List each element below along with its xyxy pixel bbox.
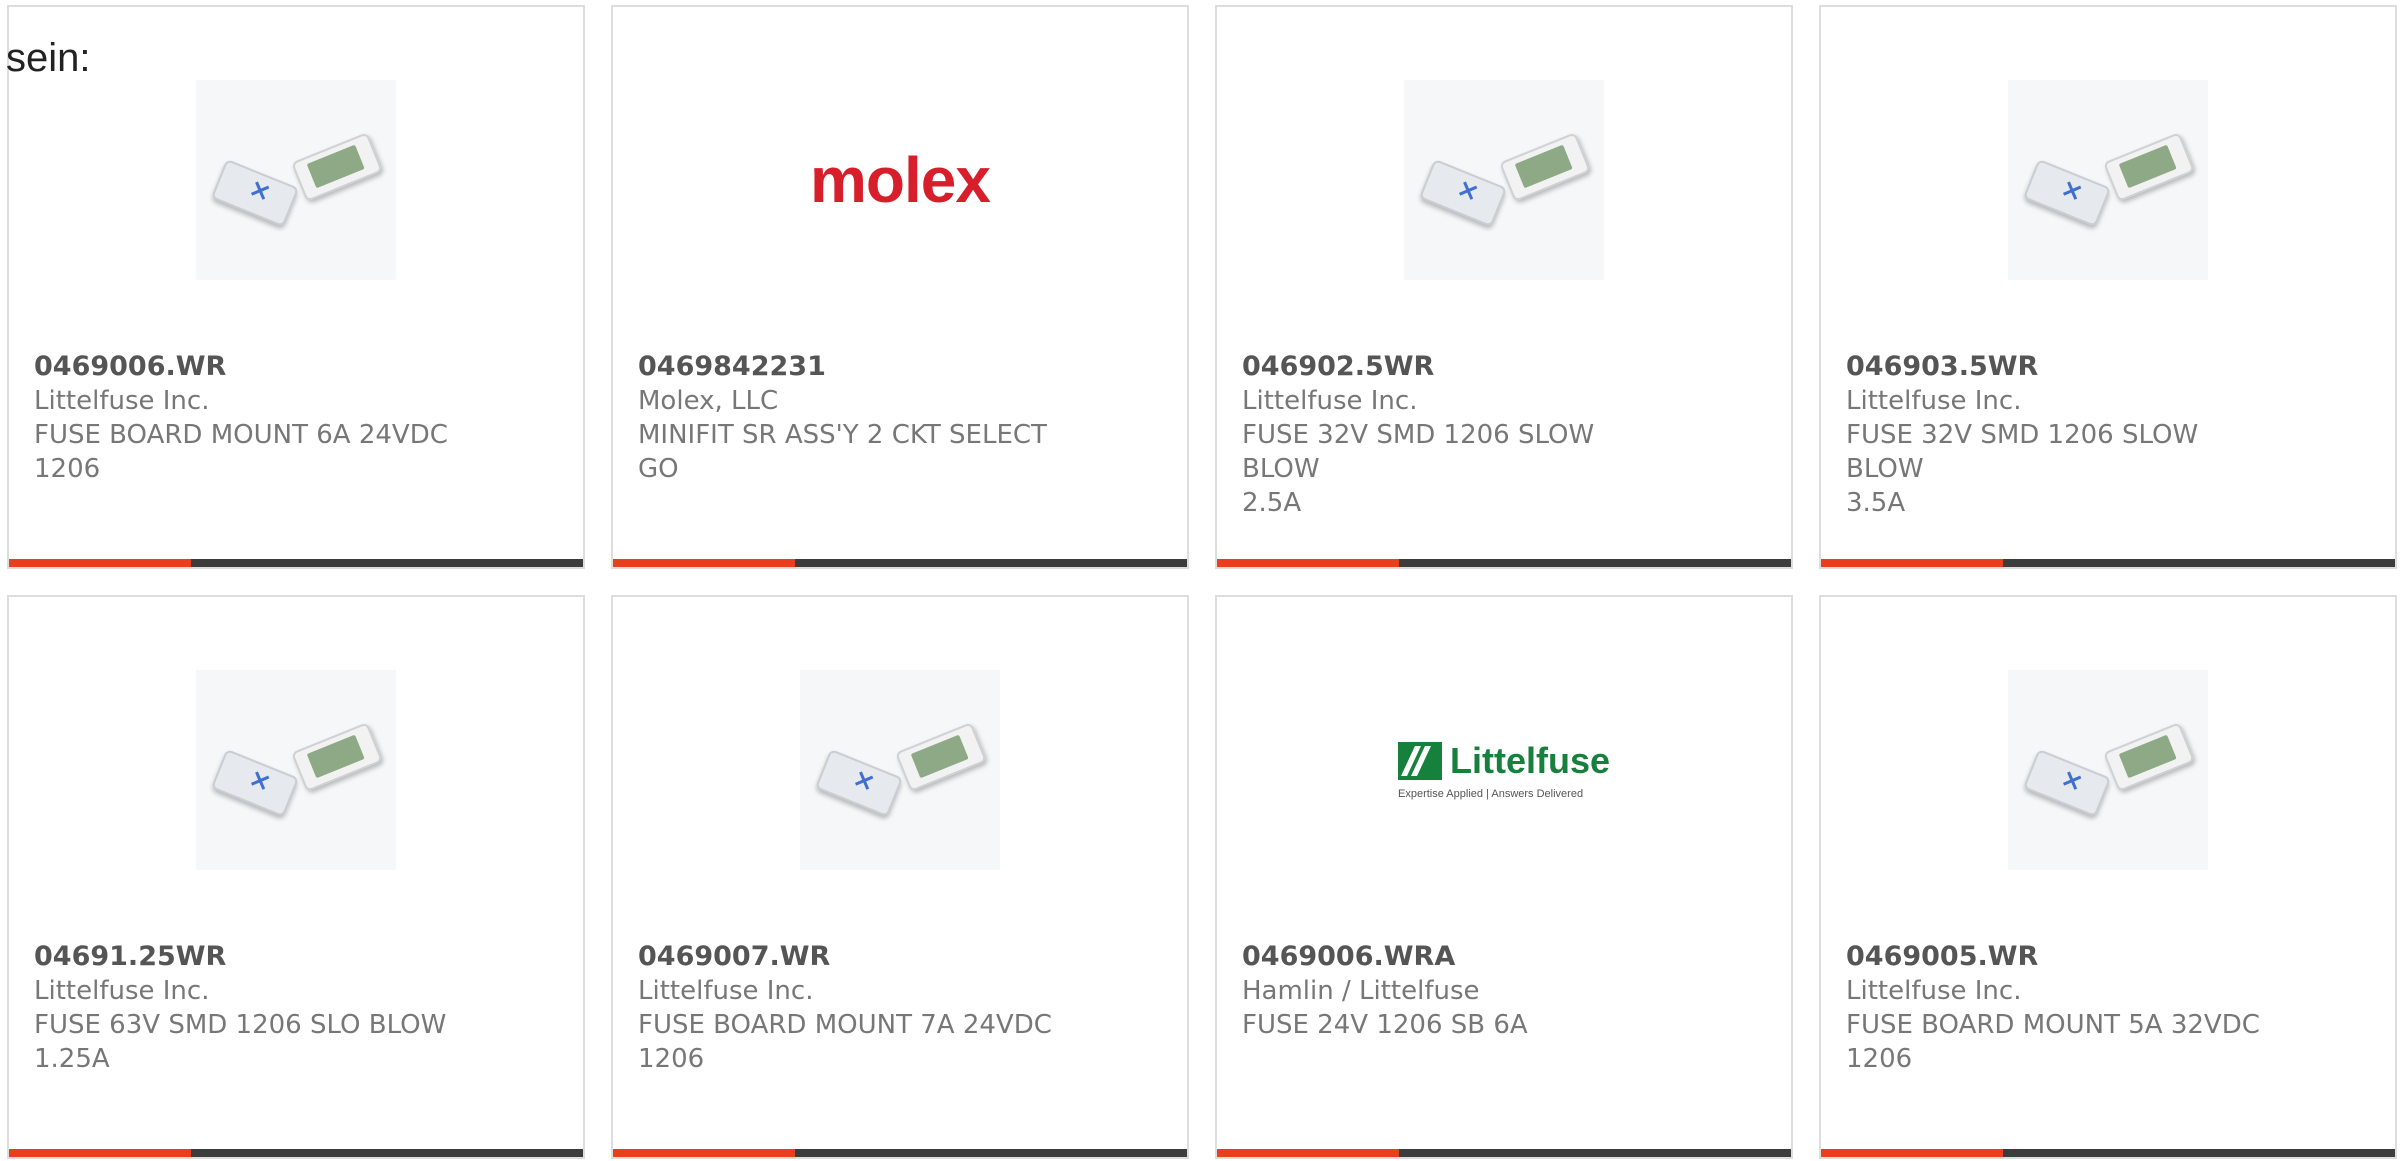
fuse-chip-image [800,670,1000,870]
littelfuse-logo: Littelfuse Expertise Applied | Answers D… [1398,740,1610,800]
product-image [196,670,396,870]
card-bottom-bar [613,559,1187,567]
product-card[interactable]: Littelfuse Expertise Applied | Answers D… [1215,595,1793,1159]
product-card[interactable]: molex 0469842231 Molex, LLC MINIFIT SR A… [611,5,1189,569]
card-bottom-bar [1217,1149,1791,1157]
littelfuse-wordmark: Littelfuse [1450,740,1611,781]
manufacturer: Littelfuse Inc. [34,976,210,1006]
product-grid: 0469006.WR Littelfuse Inc. FUSE BOARD MO… [0,0,2400,1161]
fuse-chip-image [2008,670,2208,870]
description-line: FUSE BOARD MOUNT 6A 24VDC [34,420,448,450]
card-bottom-bar [1821,559,2395,567]
part-number: 0469007.WR [638,941,831,972]
littelfuse-mark-icon [1398,742,1442,780]
product-image [2008,80,2208,280]
card-bottom-bar [1821,1149,2395,1157]
part-number: 0469006.WR [34,351,227,382]
description-line: FUSE 32V SMD 1206 SLOW BLOW [1242,420,1595,484]
part-number: 04691.25WR [34,941,227,972]
product-card[interactable]: 0469005.WR Littelfuse Inc. FUSE BOARD MO… [1819,595,2397,1159]
description-line: FUSE 24V 1206 SB 6A [1242,1010,1528,1040]
part-number: 0469006.WRA [1242,941,1456,972]
manufacturer: Molex, LLC [638,386,779,416]
product-card[interactable]: 046902.5WR Littelfuse Inc. FUSE 32V SMD … [1215,5,1793,569]
fuse-chip-image [1404,80,1604,280]
description-line: 1206 [34,454,101,484]
card-bottom-bar [613,1149,1187,1157]
description-line: FUSE 63V SMD 1206 SLO BLOW [34,1010,447,1040]
product-card[interactable]: 0469006.WR Littelfuse Inc. FUSE BOARD MO… [7,5,585,569]
product-image [1404,80,1604,280]
description-line: 1206 [638,1044,705,1074]
manufacturer: Littelfuse Inc. [1242,386,1418,416]
manufacturer: Littelfuse Inc. [1846,976,2022,1006]
card-bottom-bar [9,559,583,567]
description-line: 3.5A [1846,488,1906,518]
product-image [2008,670,2208,870]
manufacturer: Littelfuse Inc. [1846,386,2022,416]
description-line: FUSE BOARD MOUNT 7A 24VDC [638,1010,1052,1040]
littelfuse-tagline: Expertise Applied | Answers Delivered [1398,788,1584,800]
part-number: 046903.5WR [1846,351,2039,382]
product-image: Littelfuse Expertise Applied | Answers D… [1398,670,1610,870]
part-number: 0469005.WR [1846,941,2039,972]
description-line: 1206 [1846,1044,1913,1074]
part-number: 0469842231 [638,351,826,382]
description-line: FUSE BOARD MOUNT 5A 32VDC [1846,1010,2260,1040]
description-line: 2.5A [1242,488,1302,518]
part-number: 046902.5WR [1242,351,1435,382]
manufacturer: Littelfuse Inc. [638,976,814,1006]
product-card[interactable]: 0469007.WR Littelfuse Inc. FUSE BOARD MO… [611,595,1189,1159]
description-line: FUSE 32V SMD 1206 SLOW BLOW [1846,420,2199,484]
product-card[interactable]: 04691.25WR Littelfuse Inc. FUSE 63V SMD … [7,595,585,1159]
fuse-chip-image [2008,80,2208,280]
fuse-chip-image [196,80,396,280]
molex-logo: molex [810,144,991,216]
description-line: MINIFIT SR ASS'Y 2 CKT SELECT [638,420,1047,450]
product-image [196,80,396,280]
card-bottom-bar [1217,559,1791,567]
card-bottom-bar [9,1149,583,1157]
description-line: 1.25A [34,1044,110,1074]
description-line: GO [638,454,679,484]
product-image: molex [800,80,1000,280]
manufacturer: Littelfuse Inc. [34,386,210,416]
manufacturer: Hamlin / Littelfuse [1242,976,1480,1006]
lead-text: sein: [6,36,91,80]
fuse-chip-image [196,670,396,870]
product-image [800,670,1000,870]
product-card[interactable]: 046903.5WR Littelfuse Inc. FUSE 32V SMD … [1819,5,2397,569]
